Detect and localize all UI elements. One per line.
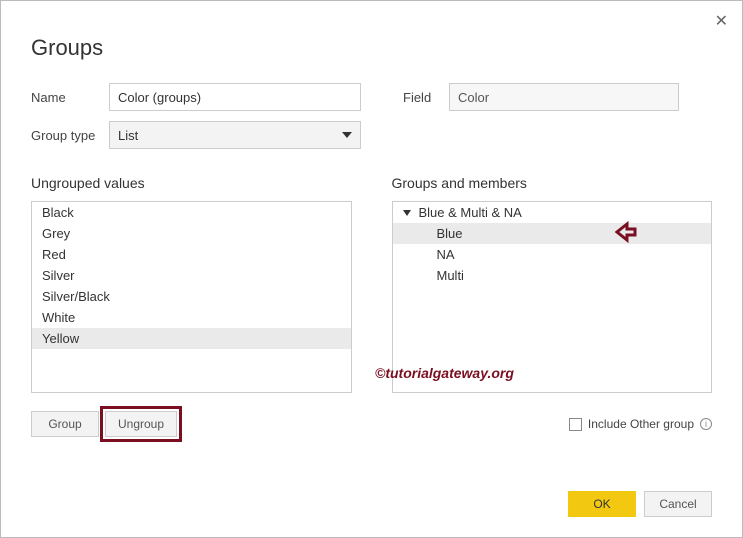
- group-type-value: List: [118, 128, 138, 143]
- field-input: [449, 83, 679, 111]
- groups-header: Groups and members: [392, 175, 713, 191]
- ungrouped-header: Ungrouped values: [31, 175, 352, 191]
- expand-caret-icon[interactable]: [403, 210, 411, 216]
- tree-group[interactable]: Blue & Multi & NA: [393, 202, 712, 223]
- tree-group-label: Blue & Multi & NA: [419, 205, 522, 220]
- groups-column: Groups and members Blue & Multi & NABlue…: [392, 175, 713, 393]
- dialog-footer: OK Cancel: [568, 491, 712, 517]
- groups-listbox[interactable]: Blue & Multi & NA BlueNAMulti: [392, 201, 713, 393]
- list-item[interactable]: Red: [32, 244, 351, 265]
- name-field-row: Name Field: [31, 83, 712, 111]
- chevron-down-icon: [342, 132, 352, 138]
- group-button[interactable]: Group: [31, 411, 99, 437]
- list-item[interactable]: White: [32, 307, 351, 328]
- close-icon[interactable]: ✕: [715, 11, 728, 31]
- include-other-checkbox[interactable]: [569, 418, 582, 431]
- ungrouped-column: Ungrouped values BlackGreyRedSilverSilve…: [31, 175, 352, 393]
- group-type-label: Group type: [31, 128, 109, 143]
- lists-container: Ungrouped values BlackGreyRedSilverSilve…: [31, 175, 712, 393]
- action-row: Group Ungroup Include Other group i: [31, 411, 712, 437]
- include-other-row[interactable]: Include Other group i: [569, 417, 712, 431]
- ungrouped-listbox[interactable]: BlackGreyRedSilverSilver/BlackWhiteYello…: [31, 201, 352, 393]
- cancel-button[interactable]: Cancel: [644, 491, 712, 517]
- tree-member[interactable]: Blue: [393, 223, 712, 244]
- tree-member[interactable]: Multi: [393, 265, 712, 286]
- dialog-title: Groups: [31, 35, 712, 61]
- group-type-select[interactable]: List: [109, 121, 361, 149]
- group-type-row: Group type List: [31, 121, 712, 149]
- list-item[interactable]: Black: [32, 202, 351, 223]
- name-input[interactable]: [109, 83, 361, 111]
- list-item[interactable]: Yellow: [32, 328, 351, 349]
- list-item[interactable]: Silver: [32, 265, 351, 286]
- groups-dialog: ✕ Groups Name Field Group type List Ungr…: [0, 0, 743, 538]
- annotation-arrow-icon: [613, 221, 639, 243]
- field-label: Field: [403, 90, 449, 105]
- ungroup-button[interactable]: Ungroup: [105, 411, 177, 437]
- list-item[interactable]: Silver/Black: [32, 286, 351, 307]
- list-item[interactable]: Grey: [32, 223, 351, 244]
- name-label: Name: [31, 90, 109, 105]
- ok-button[interactable]: OK: [568, 491, 636, 517]
- include-other-label: Include Other group: [588, 417, 694, 431]
- tree-member[interactable]: NA: [393, 244, 712, 265]
- info-icon[interactable]: i: [700, 418, 712, 430]
